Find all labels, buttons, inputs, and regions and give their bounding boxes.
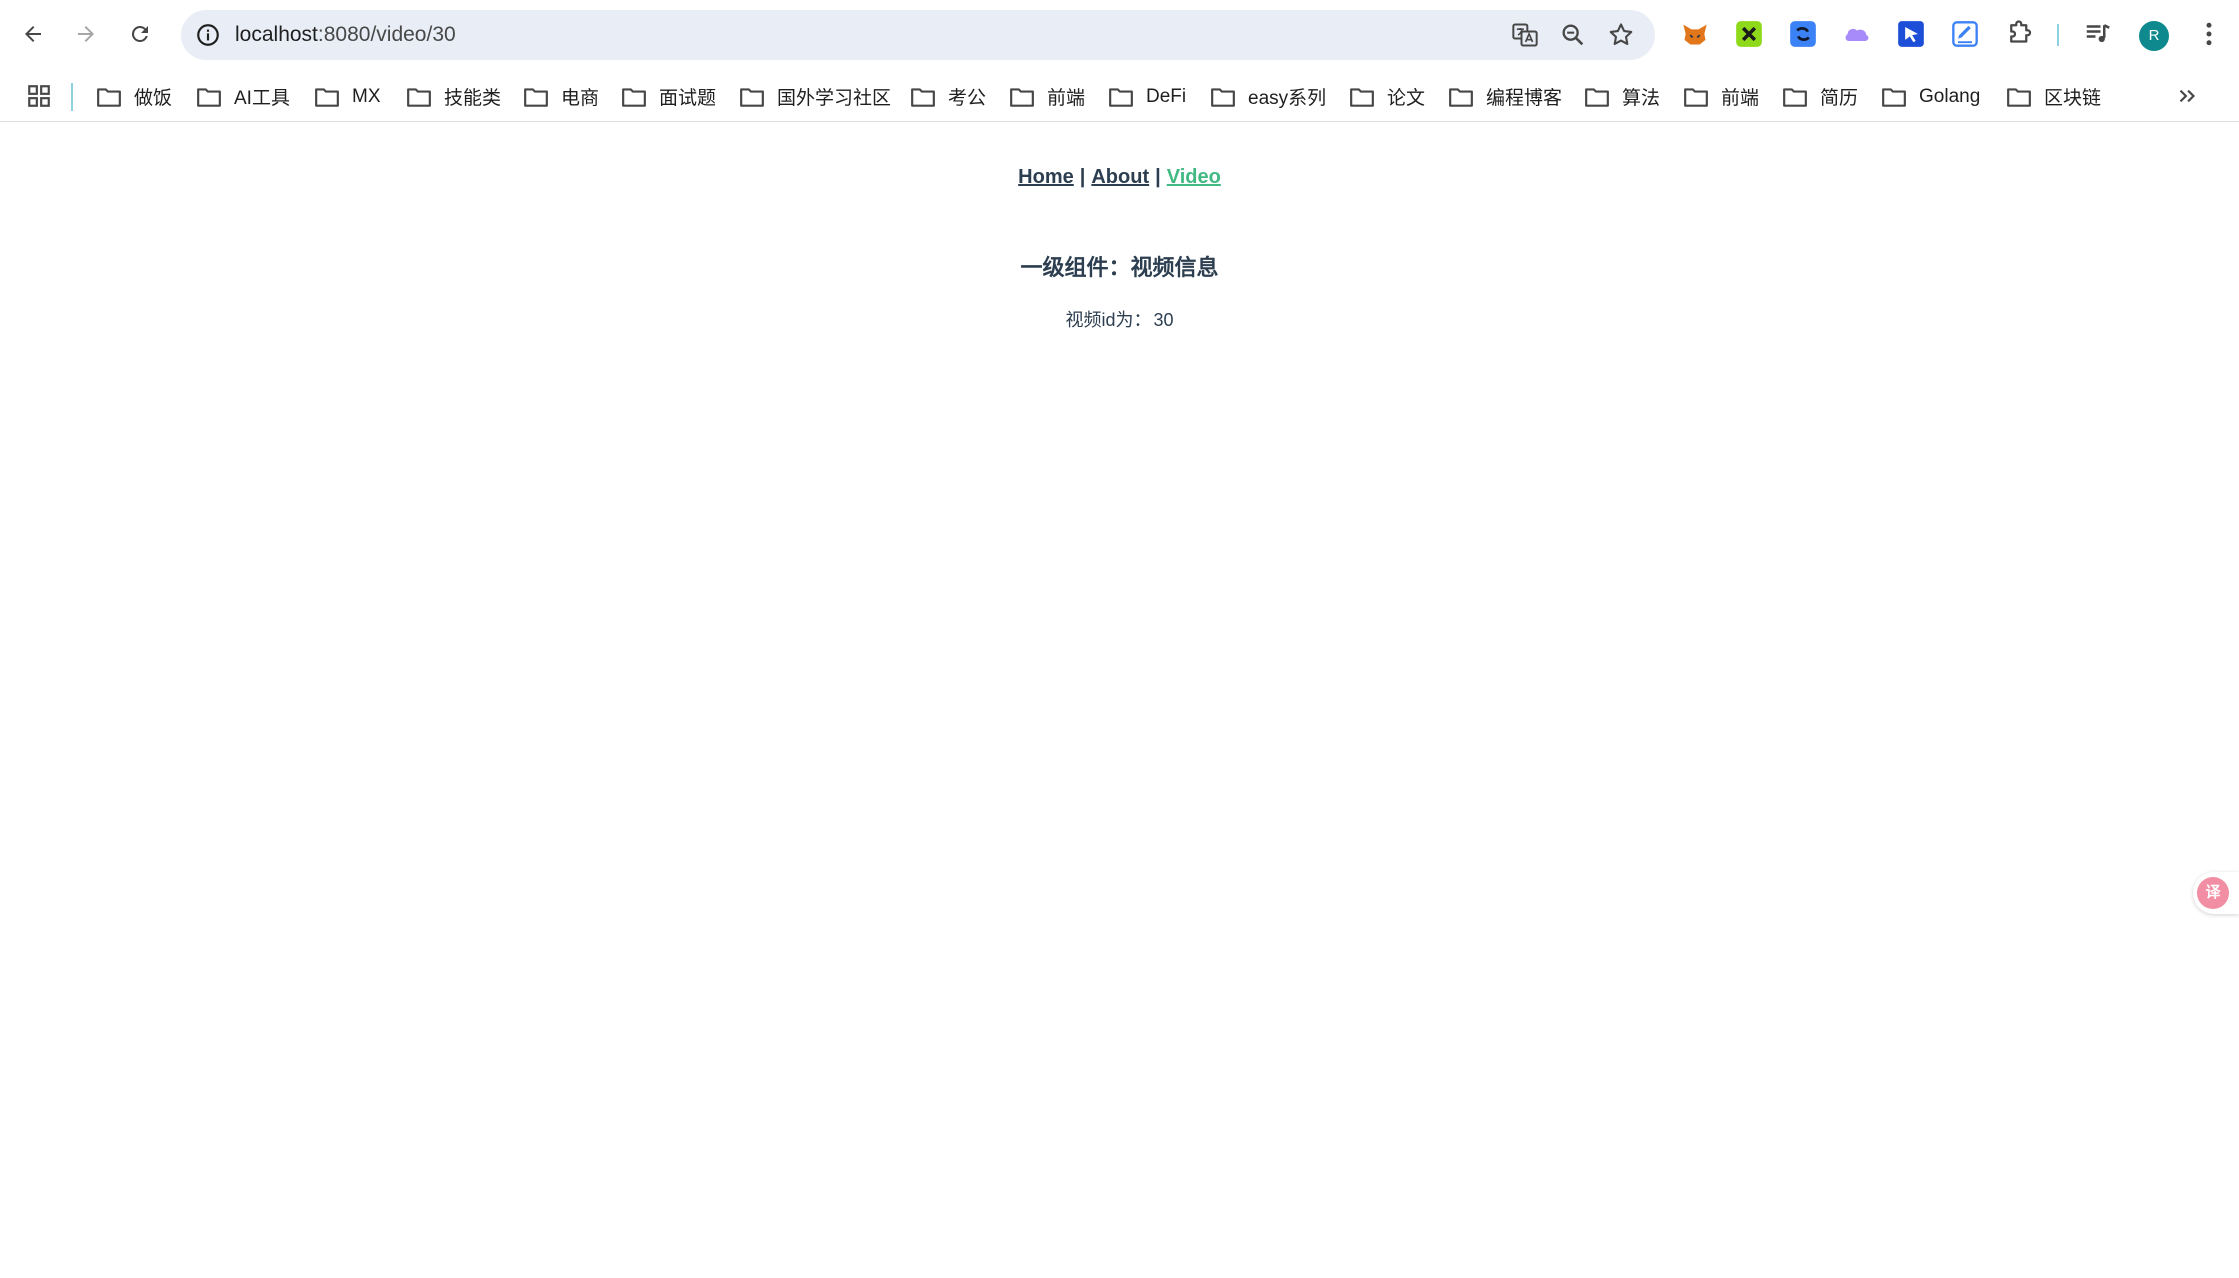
folder-icon (2007, 87, 2031, 107)
bookmark-label: 简历 (1820, 88, 1859, 109)
page-title: 一级组件：视频信息 (1020, 255, 1219, 280)
extensions-puzzle-icon[interactable] (2005, 19, 2035, 49)
folder-icon (740, 87, 764, 107)
translate-badge-icon: 译 (2197, 877, 2229, 909)
bookmark-folder[interactable]: 前端 (1009, 71, 1085, 122)
page-content: Home | About | Video 一级组件：视频信息 视频id为： 30 译 (0, 122, 2239, 1278)
router-nav: Home | About | Video (0, 166, 2239, 189)
floating-translate-button[interactable]: 译 (2193, 872, 2239, 914)
bookmark-label: easy系列 (1248, 88, 1327, 109)
bookmark-folder[interactable]: Golang (1881, 71, 1980, 122)
bookmark-folder[interactable]: 编程博客 (1448, 71, 1562, 122)
folder-icon (407, 87, 431, 107)
nav-link-home[interactable]: Home (1018, 166, 1074, 188)
bookmarks-divider (71, 83, 73, 111)
bookmark-label: 前端 (1721, 88, 1760, 109)
folder-icon (1449, 87, 1473, 107)
toolbar-divider (2057, 24, 2059, 46)
bookmark-folder[interactable]: 考公 (910, 71, 986, 122)
bookmark-folder[interactable]: AI工具 (196, 71, 290, 122)
bookmark-label: 考公 (948, 88, 987, 109)
bookmark-label: 区块链 (2044, 88, 2102, 109)
url-path: :8080/video/30 (317, 23, 456, 46)
bookmark-folder[interactable]: 电商 (523, 71, 599, 122)
folder-icon (1211, 87, 1235, 107)
forward-button[interactable] (66, 14, 106, 54)
bookmark-folder[interactable]: 论文 (1349, 71, 1425, 122)
green-grid-extension-icon[interactable] (1735, 20, 1763, 48)
url-host: localhost (235, 23, 318, 46)
bookmark-folder[interactable]: 算法 (1584, 71, 1660, 122)
media-controls-icon[interactable] (2083, 19, 2113, 49)
folder-icon (1783, 87, 1807, 107)
bookmark-star-icon[interactable] (1607, 21, 1635, 49)
video-id-line: 视频id为： 30 (0, 306, 2239, 332)
edit-note-extension-icon[interactable] (1951, 20, 1979, 48)
folder-icon (524, 87, 548, 107)
bookmark-label: 论文 (1387, 88, 1426, 109)
apps-grid-icon[interactable] (26, 83, 52, 109)
folder-icon (1350, 87, 1374, 107)
bookmark-folder[interactable]: 区块链 (2006, 71, 2101, 122)
bookmark-label: 前端 (1047, 88, 1086, 109)
more-vertical-icon[interactable] (2194, 19, 2224, 49)
browser-toolbar: localhost:8080/video/30 R (0, 0, 2239, 71)
bookmark-label: 面试题 (659, 88, 717, 109)
blue-swirl-extension-icon[interactable] (1789, 20, 1817, 48)
nav-separator: | (1155, 166, 1161, 188)
video-id-value: 30 (1153, 310, 1174, 330)
reload-icon (131, 25, 148, 42)
bookmark-label: 技能类 (444, 88, 502, 109)
bookmark-label: Golang (1919, 85, 1981, 107)
bookmark-label: 算法 (1622, 88, 1661, 109)
folder-icon (97, 87, 121, 107)
folder-icon (911, 87, 935, 107)
bookmark-label: AI工具 (234, 88, 290, 109)
bookmark-folder[interactable]: 面试题 (621, 71, 716, 122)
zoom-icon[interactable] (1559, 21, 1587, 49)
translate-page-icon[interactable] (1511, 21, 1539, 49)
url-text[interactable]: localhost:8080/video/30 (235, 10, 456, 60)
folder-icon (1882, 87, 1906, 107)
folder-icon (1684, 87, 1708, 107)
fox-extension-icon[interactable] (1681, 20, 1709, 48)
site-info-icon[interactable] (195, 22, 221, 48)
bookmark-folder[interactable]: MX (314, 71, 381, 122)
folder-icon (315, 87, 339, 107)
purple-cloud-extension-icon[interactable] (1843, 20, 1871, 48)
arrow-left-icon (25, 26, 41, 42)
nav-link-about[interactable]: About (1091, 166, 1149, 188)
folder-icon (1010, 87, 1034, 107)
bookmark-folder[interactable]: 技能类 (406, 71, 501, 122)
blue-cursor-extension-icon[interactable] (1897, 20, 1925, 48)
address-bar[interactable]: localhost:8080/video/30 (181, 10, 1655, 60)
bookmark-folder[interactable]: 做饭 (96, 71, 172, 122)
chevron-double-right-icon[interactable] (2174, 83, 2200, 109)
bookmark-folder[interactable]: 简历 (1782, 71, 1858, 122)
bookmark-label: DeFi (1146, 85, 1187, 107)
folder-icon (622, 87, 646, 107)
nav-link-video[interactable]: Video (1167, 166, 1221, 188)
folder-icon (1585, 87, 1609, 107)
reload-button[interactable] (120, 14, 160, 54)
bookmark-label: 电商 (561, 88, 600, 109)
bookmark-label: 国外学习社区 (777, 88, 892, 109)
folder-icon (1109, 87, 1133, 107)
bookmark-label: 编程博客 (1486, 88, 1563, 109)
arrow-right-icon (78, 26, 94, 42)
folder-icon (197, 87, 221, 107)
back-button[interactable] (13, 14, 53, 54)
bookmark-folder[interactable]: 国外学习社区 (739, 71, 891, 122)
bookmarks-bar: 做饭 AI工具 MX 技能类 电商 面试题 国外学习社区 考公 前端 DeFi … (0, 71, 2239, 122)
bookmark-folder[interactable]: DeFi (1108, 71, 1186, 122)
profile-avatar[interactable]: R (2139, 21, 2169, 51)
nav-separator: | (1079, 166, 1086, 188)
video-id-label: 视频id为： (1065, 310, 1152, 330)
bookmark-folder[interactable]: easy系列 (1210, 71, 1326, 122)
bookmark-label: MX (352, 85, 381, 107)
bookmark-label: 做饭 (134, 88, 173, 109)
bookmark-folder[interactable]: 前端 (1683, 71, 1759, 122)
